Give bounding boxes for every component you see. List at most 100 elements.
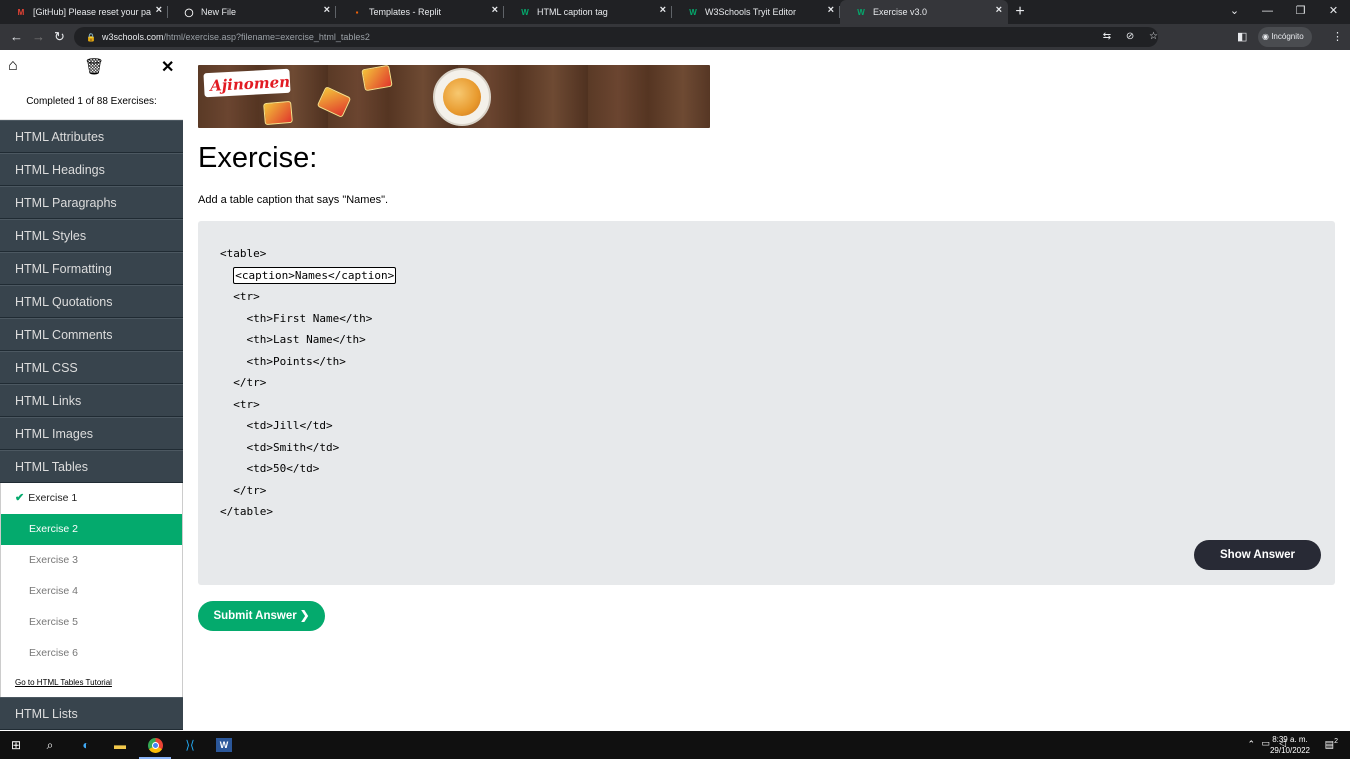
restore-button[interactable]: ❐ — [1284, 0, 1317, 24]
tab-title: Exercise v3.0 — [873, 7, 928, 17]
tab-title: New File — [201, 7, 237, 17]
exercise-label: Exercise 5 — [29, 616, 79, 628]
url-bar[interactable]: 🔒 w3schools.com/html/exercise.asp?filenam… — [74, 27, 1158, 47]
code-line: <th>Last Name</th> — [220, 333, 366, 346]
github-icon: ◯ — [184, 7, 194, 17]
tab-close-icon[interactable]: × — [660, 4, 666, 16]
sidebar-category-html-links[interactable]: HTML Links — [0, 384, 183, 417]
exercise-label: Exercise 4 — [29, 585, 79, 597]
tab-close-icon[interactable]: × — [996, 4, 1002, 16]
incognito-label: Incógnito — [1271, 32, 1304, 41]
url-path: /html/exercise.asp?filename=exercise_htm… — [163, 32, 370, 42]
code-line: <td>Smith</td> — [220, 440, 340, 454]
sidebar-category-html-formatting[interactable]: HTML Formatting — [0, 252, 183, 285]
sidebar-category-html-lists[interactable]: HTML Lists — [0, 697, 183, 730]
exercise-item[interactable]: Exercise 5 — [1, 607, 182, 638]
sidebar-category-html-tables[interactable]: HTML Tables — [0, 450, 183, 483]
incognito-badge[interactable]: ◉ Incógnito — [1258, 27, 1312, 47]
reload-button[interactable]: ↻ — [54, 28, 65, 46]
search-icon[interactable]: ⌕ — [40, 735, 60, 755]
windows-start-icon[interactable]: ⊞ — [6, 735, 26, 755]
chrome-icon[interactable] — [139, 735, 171, 759]
lock-icon: 🔒 — [86, 33, 96, 42]
page-title: Exercise: — [198, 142, 318, 174]
tab-close-icon[interactable]: × — [828, 4, 834, 16]
show-answer-button[interactable]: Show Answer — [1194, 540, 1321, 570]
minimize-button[interactable]: — — [1251, 0, 1284, 24]
sidebar-category-html-quotations[interactable]: HTML Quotations — [0, 285, 183, 318]
browser-tab[interactable]: W W3Schools Tryit Editor × — [672, 0, 840, 24]
progress-text: Completed 1 of 88 Exercises: — [0, 84, 183, 120]
exercise-sidebar: ⌂ 🗑 ✕ Completed 1 of 88 Exercises: HTML … — [0, 50, 183, 731]
sidebar-toolbar: ⌂ 🗑 ✕ — [0, 50, 183, 84]
incognito-icon: ◉ — [1262, 32, 1272, 41]
tab-close-icon[interactable]: × — [156, 4, 162, 16]
code-line: </tr> — [220, 376, 267, 389]
close-icon[interactable]: ✕ — [161, 57, 174, 77]
notification-icon[interactable]: ▤2 — [1325, 738, 1338, 750]
trash-icon[interactable]: 🗑 — [84, 57, 104, 77]
notification-count: 2 — [1334, 738, 1338, 745]
exercise-instruction: Add a table caption that says "Names". — [198, 194, 389, 206]
code-box: <table> <caption>Names</caption> <tr> <t… — [198, 221, 1335, 585]
sidebar-category-html-styles[interactable]: HTML Styles — [0, 219, 183, 252]
browser-tab[interactable]: W HTML caption tag × — [504, 0, 672, 24]
browser-tab[interactable]: ◯ New File × — [168, 0, 336, 24]
tray-chevron-icon[interactable]: ⌃ — [1247, 739, 1255, 750]
code-line: <th>First Name</th> — [220, 311, 373, 325]
side-panel-icon[interactable]: ◧ — [1237, 27, 1247, 47]
answer-input[interactable]: <caption>Names</caption> — [233, 267, 397, 284]
sidebar-category-html-headings[interactable]: HTML Headings — [0, 153, 183, 186]
replit-icon: ▪ — [355, 7, 359, 17]
browser-tab[interactable]: ▪ Templates - Replit × — [336, 0, 504, 24]
star-icon[interactable]: ☆ — [1149, 31, 1158, 42]
advertisement-banner[interactable]: Ajinomen — [198, 65, 710, 128]
word-icon[interactable]: W — [214, 735, 234, 755]
home-icon[interactable]: ⌂ — [8, 57, 18, 75]
w3schools-icon: W — [689, 7, 697, 17]
sidebar-category-html-comments[interactable]: HTML Comments — [0, 318, 183, 351]
menu-icon[interactable]: ⋮ — [1332, 27, 1343, 47]
eye-off-icon[interactable]: ⊘ — [1126, 31, 1134, 42]
exercise-item[interactable]: Exercise 3 — [1, 545, 182, 576]
browser-tab[interactable]: M [GitHub] Please reset your passw × — [0, 0, 168, 24]
sidebar-category-html-paragraphs[interactable]: HTML Paragraphs — [0, 186, 183, 219]
clock-date: 29/10/2022 — [1269, 746, 1310, 755]
code-line-answer: <caption>Names</caption> — [220, 265, 397, 287]
sidebar-category-html-images[interactable]: HTML Images — [0, 417, 183, 450]
exercise-label: Exercise 6 — [29, 647, 79, 659]
edge-icon[interactable]: ◐ — [76, 735, 96, 755]
ad-soup-bowl — [433, 68, 491, 126]
system-clock[interactable]: 8:39 a. m. 29/10/2022 — [1270, 734, 1310, 756]
code-block: <table> <caption>Names</caption> <tr> <t… — [220, 243, 397, 523]
url-host: w3schools.com — [101, 32, 164, 42]
file-explorer-icon[interactable]: ▬ — [110, 735, 130, 755]
ad-brand-logo: Ajinomen — [203, 68, 291, 98]
tab-close-icon[interactable]: × — [492, 4, 498, 16]
exercise-item[interactable]: ✔ Exercise 1 — [1, 483, 182, 514]
close-window-button[interactable]: ✕ — [1317, 0, 1350, 24]
network-icon[interactable]: ▭ — [1261, 738, 1270, 749]
new-tab-button[interactable]: + — [1008, 0, 1032, 24]
translate-icon[interactable]: ⇆ — [1103, 31, 1111, 42]
submit-answer-button[interactable]: Submit Answer ❯ — [198, 601, 325, 631]
exercise-item[interactable]: Exercise 2 — [1, 514, 182, 545]
exercise-item[interactable]: Exercise 4 — [1, 576, 182, 607]
tab-close-icon[interactable]: × — [324, 4, 330, 16]
exercise-label: Exercise 1 — [28, 492, 78, 504]
tutorial-link[interactable]: Go to HTML Tables Tutorial — [1, 669, 182, 697]
window-controls: ⌄ — ❐ ✕ — [1218, 0, 1350, 24]
back-button[interactable]: ← — [10, 28, 23, 46]
exercise-item[interactable]: Exercise 6 — [1, 638, 182, 669]
sidebar-category-html-css[interactable]: HTML CSS — [0, 351, 183, 384]
w3schools-icon: W — [521, 7, 529, 17]
tab-title: HTML caption tag — [537, 7, 608, 17]
forward-button[interactable]: → — [32, 28, 45, 46]
sidebar-category-html-attributes[interactable]: HTML Attributes — [0, 120, 183, 153]
vscode-icon[interactable]: ⟩⟨ — [180, 735, 200, 755]
code-line: <td>Jill</td> — [220, 419, 333, 432]
browser-tab[interactable]: W Exercise v3.0 × — [840, 0, 1008, 24]
tab-search-icon[interactable]: ⌄ — [1218, 0, 1251, 24]
tab-title: Templates - Replit — [369, 7, 442, 17]
code-line: <tr> — [220, 397, 260, 411]
